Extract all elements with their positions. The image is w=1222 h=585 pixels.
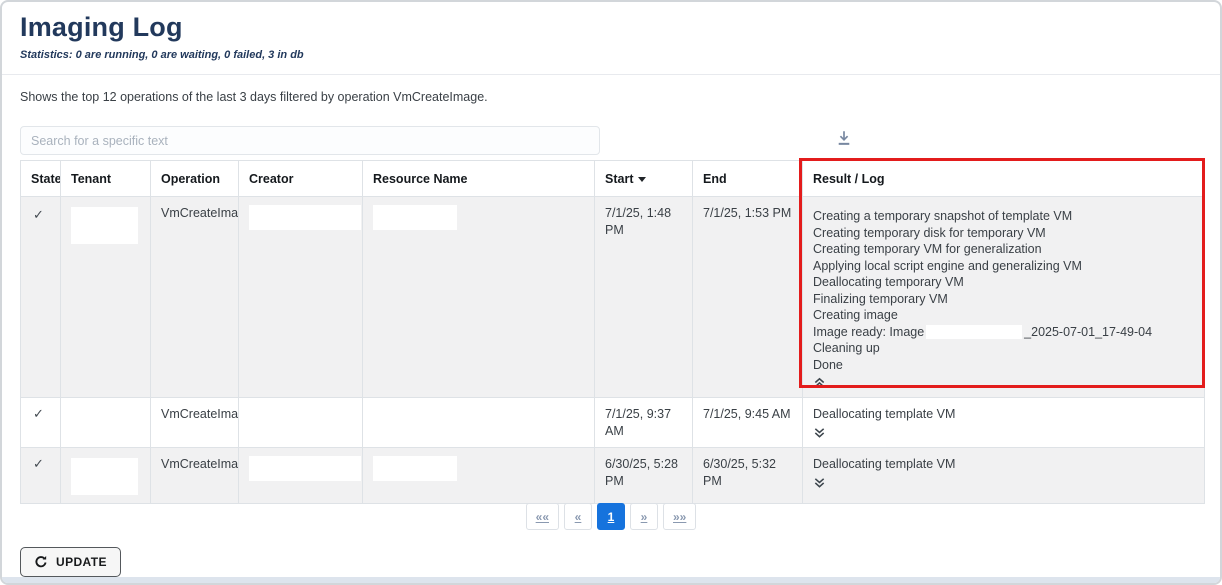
pagination-first-button[interactable]: «« — [526, 503, 559, 530]
redacted-tenant — [71, 408, 138, 438]
double-chevron-down-icon — [813, 427, 826, 442]
double-chevron-up-icon — [813, 377, 826, 392]
start-cell: 7/1/25, 1:48 PM — [595, 197, 693, 398]
redacted-tenant — [71, 458, 138, 495]
column-header-state[interactable]: State — [21, 161, 61, 197]
column-header-tenant[interactable]: Tenant — [61, 161, 151, 197]
expand-log-button[interactable] — [813, 425, 826, 439]
column-header-operation[interactable]: Operation — [151, 161, 239, 197]
window-bottom-edge — [2, 577, 1220, 583]
result-log-cell: Deallocating template VM — [803, 398, 1205, 448]
redacted-resource-name — [373, 456, 457, 481]
table-header-row: State Tenant Operation Creator Resource … — [21, 161, 1205, 197]
operation-cell: VmCreateImage — [151, 398, 239, 448]
operations-table: State Tenant Operation Creator Resource … — [20, 160, 1205, 504]
column-header-result-log[interactable]: Result / Log — [803, 161, 1205, 197]
start-cell: 7/1/25, 9:37 AM — [595, 398, 693, 448]
double-chevron-down-icon — [813, 477, 826, 492]
end-cell: 7/1/25, 1:53 PM — [693, 197, 803, 398]
table-description: Shows the top 12 operations of the last … — [20, 90, 488, 104]
checkmark-icon: ✓ — [31, 456, 44, 471]
update-button[interactable]: UPDATE — [20, 547, 121, 577]
column-header-start[interactable]: Start — [595, 161, 693, 197]
image-ready-line: Image ready: Image_2025-07-01_17-49-04 — [813, 324, 1194, 341]
end-cell: 7/1/25, 9:45 AM — [693, 398, 803, 448]
redacted-resource-name — [373, 205, 457, 230]
redacted-image-name — [926, 325, 1022, 339]
search-input[interactable] — [20, 126, 600, 155]
column-header-creator[interactable]: Creator — [239, 161, 363, 197]
redacted-resource-name — [373, 406, 457, 431]
start-cell: 6/30/25, 5:28 PM — [595, 448, 693, 504]
collapse-log-button[interactable] — [813, 375, 826, 389]
redacted-creator — [249, 456, 361, 481]
column-header-resource-name[interactable]: Resource Name — [363, 161, 595, 197]
pagination-last-button[interactable]: »» — [663, 503, 696, 530]
download-button[interactable] — [830, 125, 858, 153]
checkmark-icon: ✓ — [31, 207, 44, 222]
column-header-end[interactable]: End — [693, 161, 803, 197]
statistics-line: Statistics: 0 are running, 0 are waiting… — [20, 49, 304, 61]
refresh-icon — [34, 555, 48, 569]
sort-desc-icon — [638, 177, 646, 182]
pagination-prev-button[interactable]: « — [564, 503, 592, 530]
result-log-cell: Creating a temporary snapshot of templat… — [803, 197, 1205, 398]
redacted-creator — [249, 205, 361, 230]
header-divider — [2, 74, 1220, 75]
end-cell: 6/30/25, 5:32 PM — [693, 448, 803, 504]
table-row: ✓ VmCreateImage 7/1/25, 1:48 PM 7/1/25, … — [21, 197, 1205, 398]
redacted-creator — [249, 406, 361, 431]
expand-log-button[interactable] — [813, 475, 826, 489]
pagination: «« « 1 » »» — [2, 503, 1220, 530]
table-row: ✓ VmCreateImage 7/1/25, 9:37 AM 7/1/25, … — [21, 398, 1205, 448]
imaging-log-page: Imaging Log Statistics: 0 are running, 0… — [0, 0, 1222, 585]
download-icon — [835, 135, 853, 150]
checkmark-icon: ✓ — [31, 406, 44, 421]
pagination-next-button[interactable]: » — [630, 503, 658, 530]
operation-cell: VmCreateImage — [151, 448, 239, 504]
operation-cell: VmCreateImage — [151, 197, 239, 398]
update-button-label: UPDATE — [56, 555, 107, 569]
result-log-cell: Deallocating template VM — [803, 448, 1205, 504]
page-title: Imaging Log — [20, 12, 183, 43]
redacted-tenant — [71, 207, 138, 244]
table-row: ✓ VmCreateImage 6/30/25, 5:28 PM 6/30/25… — [21, 448, 1205, 504]
pagination-page-1-button[interactable]: 1 — [597, 503, 625, 530]
